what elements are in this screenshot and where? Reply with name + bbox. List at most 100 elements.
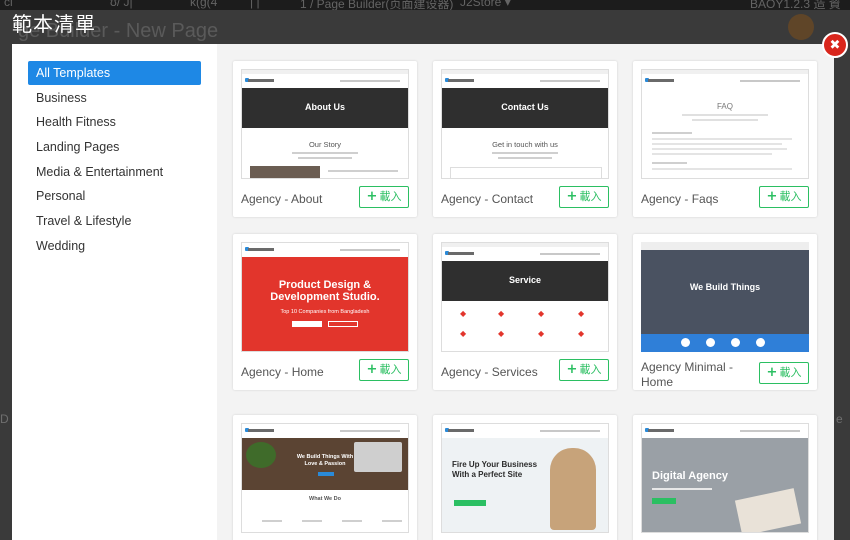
thumb-nav: [242, 74, 408, 88]
thumb-logo: [448, 252, 474, 255]
thumb-form-field: [450, 167, 602, 178]
thumb-nav: [242, 424, 408, 438]
template-thumbnail[interactable]: Contact Us Get in touch with us: [441, 69, 609, 179]
thumb-links: [540, 430, 600, 432]
modal-title: 範本清單: [12, 12, 96, 36]
load-template-button[interactable]: + 載入: [759, 186, 809, 208]
category-health-fitness[interactable]: Health Fitness: [28, 110, 201, 134]
thumb-hero-text: Digital Agency: [652, 470, 728, 482]
thumb-line: [498, 157, 552, 159]
template-thumbnail[interactable]: Digital Agency: [641, 423, 809, 533]
template-thumbnail[interactable]: Product Design & Development Studio. Top…: [241, 242, 409, 352]
thumb-line: [682, 114, 768, 116]
template-name: Agency - About: [241, 192, 323, 206]
load-template-button[interactable]: + 載入: [759, 362, 809, 384]
load-template-button[interactable]: + 載入: [359, 359, 409, 381]
thumb-logo: [648, 429, 674, 432]
load-label: 載入: [379, 363, 402, 376]
template-card[interactable]: Fire Up Your Business With a Perfect Sit…: [433, 415, 617, 540]
template-thumbnail[interactable]: We Build Things With Love & Passion What…: [241, 423, 409, 533]
service-icon: ◆: [538, 329, 545, 338]
load-label: 載入: [779, 190, 802, 203]
category-media-entertainment[interactable]: Media & Entertainment: [28, 160, 201, 184]
thumb-hero: [641, 250, 809, 344]
thumb-hero-text: Fire Up Your Business With a Perfect Sit…: [452, 460, 538, 479]
thumb-hero-text: We Build Things With Love & Passion: [296, 454, 354, 467]
close-icon[interactable]: ✖: [822, 32, 848, 58]
load-template-button[interactable]: + 載入: [559, 186, 609, 208]
category-travel-lifestyle[interactable]: Travel & Lifestyle: [28, 209, 201, 233]
template-card-agency-minimal-home[interactable]: We Build Things Agency Minimal - Home + 載…: [633, 234, 817, 390]
thumb-logo: [448, 429, 474, 432]
template-name: Agency Minimal - Home: [641, 360, 734, 389]
template-card-agency-services[interactable]: Service ◆ ◆ ◆ ◆ ◆ ◆ ◆ ◆ Agency - Service…: [433, 234, 617, 390]
template-thumbnail[interactable]: About Us Our Story: [241, 69, 409, 179]
thumb-nav: [442, 74, 608, 88]
thumb-nav: [442, 424, 608, 438]
thumb-logo: [648, 79, 674, 82]
thumb-line: [292, 152, 358, 154]
thumb-hero-text: Product Design & Development Studio.: [270, 279, 380, 303]
thumb-line: [652, 153, 772, 155]
thumb-footer-bar: [641, 334, 809, 352]
templates-modal: All Templates Business Health Fitness La…: [12, 44, 834, 540]
category-business[interactable]: Business: [28, 86, 201, 110]
category-landing-pages[interactable]: Landing Pages: [28, 135, 201, 159]
template-name: Agency - Faqs: [641, 192, 719, 206]
category-personal[interactable]: Personal: [28, 184, 201, 208]
thumb-person: [550, 448, 596, 530]
template-name: Agency - Contact: [441, 192, 534, 206]
category-all-templates[interactable]: All Templates: [28, 61, 201, 85]
thumb-line: [492, 152, 558, 154]
thumb-photo: [250, 166, 320, 178]
thumb-hero-text: We Build Things: [689, 282, 761, 292]
template-card[interactable]: Digital Agency: [633, 415, 817, 540]
thumb-hero: [242, 257, 408, 351]
template-thumbnail[interactable]: Service ◆ ◆ ◆ ◆ ◆ ◆ ◆ ◆: [441, 242, 609, 352]
template-thumbnail[interactable]: We Build Things: [641, 242, 809, 352]
template-card-agency-faqs[interactable]: FAQ Agency - Faqs + 載入: [633, 61, 817, 217]
thumb-logo: [248, 429, 274, 432]
thumb-strip: [641, 242, 809, 250]
category-sidebar: All Templates Business Health Fitness La…: [12, 44, 217, 540]
load-label: 載入: [779, 366, 802, 379]
thumb-circle-icon: [731, 338, 740, 347]
template-name: Agency - Home: [241, 365, 324, 379]
thumb-line: [652, 162, 687, 164]
template-card-agency-contact[interactable]: Contact Us Get in touch with us Agency -…: [433, 61, 617, 217]
thumb-line: [652, 138, 792, 140]
thumb-logo: [248, 79, 274, 82]
thumb-button: [292, 321, 322, 327]
plus-icon: +: [766, 189, 778, 204]
load-template-button[interactable]: + 載入: [359, 186, 409, 208]
thumb-hero-text: Contact Us: [501, 102, 549, 112]
thumb-links: [340, 430, 400, 432]
thumb-subtitle: Get in touch with us: [492, 140, 558, 149]
category-wedding[interactable]: Wedding: [28, 234, 201, 258]
template-thumbnail[interactable]: FAQ: [641, 69, 809, 179]
plus-icon: +: [566, 362, 578, 377]
thumb-line: [692, 119, 758, 121]
thumb-nav: [642, 424, 808, 438]
thumb-line: [652, 143, 782, 145]
thumb-subtitle: Top 10 Companies from Bangladesh: [280, 309, 370, 315]
template-card-agency-about[interactable]: About Us Our Story Agency - About + 載入: [233, 61, 417, 217]
service-icon: ◆: [578, 329, 585, 338]
template-card-agency-home[interactable]: Product Design & Development Studio. Top…: [233, 234, 417, 390]
thumb-hero-text: Service: [508, 275, 542, 285]
thumb-links: [340, 80, 400, 82]
thumb-line: [262, 520, 282, 522]
thumb-line: [652, 168, 792, 170]
thumb-title: FAQ: [716, 102, 733, 111]
load-label: 載入: [579, 363, 602, 376]
thumb-line: [298, 157, 352, 159]
template-thumbnail[interactable]: Fire Up Your Business With a Perfect Sit…: [441, 423, 609, 533]
load-label: 載入: [579, 190, 602, 203]
service-icon: ◆: [578, 309, 585, 318]
thumb-line: [652, 132, 692, 134]
load-template-button[interactable]: + 載入: [559, 359, 609, 381]
service-icon: ◆: [460, 309, 467, 318]
thumb-line: [328, 170, 398, 172]
template-card[interactable]: We Build Things With Love & Passion What…: [233, 415, 417, 540]
thumb-links: [540, 253, 600, 255]
